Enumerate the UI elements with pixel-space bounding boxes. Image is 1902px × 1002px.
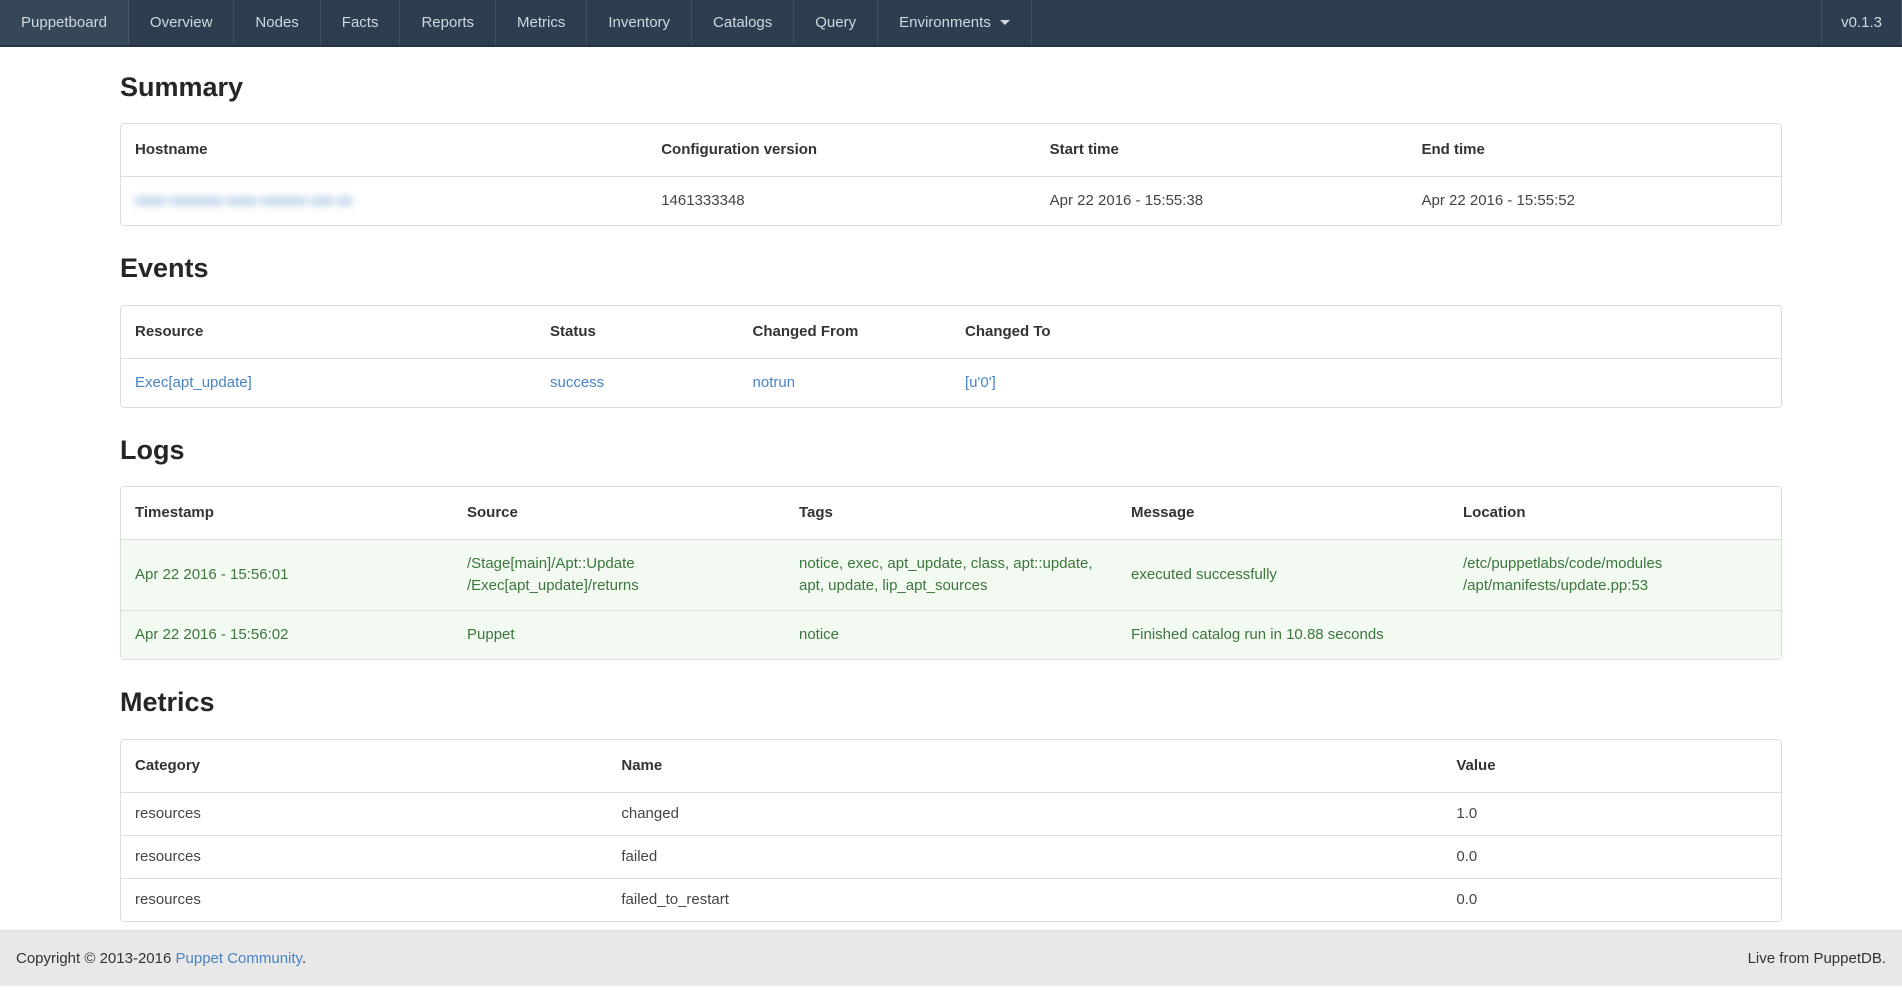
logs-col-tags: Tags [785,487,1117,539]
caret-down-icon [1000,20,1010,25]
event-changed-from-cell: notrun [739,358,951,407]
metric-name-cell: changed [607,792,1442,835]
summary-heading: Summary [120,71,1782,103]
log-source-line: /Stage[main]/Apt::Update [467,553,771,575]
summary-table: Hostname Configuration version Start tim… [120,123,1782,226]
logs-col-timestamp: Timestamp [121,487,453,539]
top-navbar: Puppetboard Overview Nodes Facts Reports… [0,0,1902,47]
event-resource-cell: Exec[apt_update] [121,358,536,407]
log-timestamp-cell: Apr 22 2016 - 15:56:01 [121,539,453,610]
log-source-cell: Puppet [453,610,785,659]
log-row: Apr 22 2016 - 15:56:01 /Stage[main]/Apt:… [121,539,1781,610]
event-row: Exec[apt_update] success notrun [u'0'] [121,358,1781,407]
summary-hostname-cell: xxxx-xxxxxxx.xxxx-xxxxxx.xxx.xx [121,176,647,225]
puppet-community-link[interactable]: Puppet Community [176,950,302,967]
summary-end-time-cell: Apr 22 2016 - 15:55:52 [1407,176,1781,225]
summary-start-time-cell: Apr 22 2016 - 15:55:38 [1036,176,1408,225]
log-location-cell [1449,610,1781,659]
metric-row: resources failed_to_restart 0.0 [121,878,1781,921]
events-col-changed-to: Changed To [951,306,1781,358]
nav-item-facts[interactable]: Facts [321,0,401,45]
metrics-col-name: Name [607,740,1442,792]
metrics-header-row: Category Name Value [121,740,1781,792]
nav-item-catalogs[interactable]: Catalogs [692,0,794,45]
event-changed-from-link[interactable]: notrun [753,374,796,391]
metric-row: resources failed 0.0 [121,835,1781,878]
nav-item-query[interactable]: Query [794,0,878,45]
events-col-status: Status [536,306,739,358]
app-version-label: v0.1.3 [1821,0,1902,45]
log-tags-cell: notice [785,610,1117,659]
events-heading: Events [120,252,1782,284]
events-col-resource: Resource [121,306,536,358]
logs-table: Timestamp Source Tags Message Location A… [120,486,1782,660]
metric-value-cell: 1.0 [1442,792,1781,835]
log-message-cell: Finished catalog run in 10.88 seconds [1117,610,1449,659]
events-col-changed-from: Changed From [739,306,951,358]
metric-category-cell: resources [121,878,607,921]
copyright-period: . [302,950,306,967]
metrics-heading: Metrics [120,686,1782,718]
navbar-brand[interactable]: Puppetboard [0,0,129,45]
events-header-row: Resource Status Changed From Changed To [121,306,1781,358]
events-table: Resource Status Changed From Changed To … [120,305,1782,408]
log-message-cell: executed successfully [1117,539,1449,610]
log-location-line: /apt/manifests/update.pp:53 [1463,575,1767,597]
log-tags-cell: notice, exec, apt_update, class, apt::up… [785,539,1117,610]
event-changed-to-cell: [u'0'] [951,358,1781,407]
metric-name-cell: failed_to_restart [607,878,1442,921]
summary-config-version-cell: 1461333348 [647,176,1035,225]
metric-category-cell: resources [121,835,607,878]
event-resource-link[interactable]: Exec[apt_update] [135,374,252,391]
logs-header-row: Timestamp Source Tags Message Location [121,487,1781,539]
metrics-col-value: Value [1442,740,1781,792]
summary-col-end-time: End time [1407,124,1781,176]
environments-dropdown[interactable]: Environments [878,0,1032,45]
summary-header-row: Hostname Configuration version Start tim… [121,124,1781,176]
nav-item-nodes[interactable]: Nodes [234,0,320,45]
hostname-link[interactable]: xxxx-xxxxxxx.xxxx-xxxxxx.xxx.xx [135,192,353,209]
metric-category-cell: resources [121,792,607,835]
summary-col-start-time: Start time [1036,124,1408,176]
log-source-cell: /Stage[main]/Apt::Update /Exec[apt_updat… [453,539,785,610]
event-changed-to-link[interactable]: [u'0'] [965,374,996,391]
environments-dropdown-label: Environments [899,14,991,31]
metric-row: resources changed 1.0 [121,792,1781,835]
nav-item-reports[interactable]: Reports [400,0,496,45]
footer-copyright: Copyright © 2013-2016 Puppet Community. [16,950,306,967]
logs-heading: Logs [120,434,1782,466]
logs-col-source: Source [453,487,785,539]
summary-col-config-version: Configuration version [647,124,1035,176]
metrics-col-category: Category [121,740,607,792]
log-location-line: /etc/puppetlabs/code/modules [1463,553,1767,575]
log-timestamp-cell: Apr 22 2016 - 15:56:02 [121,610,453,659]
log-location-cell: /etc/puppetlabs/code/modules /apt/manife… [1449,539,1781,610]
main-content: Summary Hostname Configuration version S… [120,47,1782,1002]
copyright-text: Copyright © 2013-2016 [16,950,171,967]
summary-col-hostname: Hostname [121,124,647,176]
summary-row: xxxx-xxxxxxx.xxxx-xxxxxx.xxx.xx 14613333… [121,176,1781,225]
event-status-cell: success [536,358,739,407]
metric-value-cell: 0.0 [1442,835,1781,878]
nav-item-overview[interactable]: Overview [129,0,235,45]
logs-col-message: Message [1117,487,1449,539]
event-status-link[interactable]: success [550,374,604,391]
footer-live-status: Live from PuppetDB. [1748,950,1886,967]
log-row: Apr 22 2016 - 15:56:02 Puppet notice Fin… [121,610,1781,659]
logs-col-location: Location [1449,487,1781,539]
metrics-table: Category Name Value resources changed 1.… [120,739,1782,922]
metric-name-cell: failed [607,835,1442,878]
metric-value-cell: 0.0 [1442,878,1781,921]
nav-item-inventory[interactable]: Inventory [587,0,692,45]
navbar-spacer [1032,0,1821,45]
page-footer: Copyright © 2013-2016 Puppet Community. … [0,930,1902,986]
nav-item-metrics[interactable]: Metrics [496,0,587,45]
log-source-line: /Exec[apt_update]/returns [467,575,771,597]
